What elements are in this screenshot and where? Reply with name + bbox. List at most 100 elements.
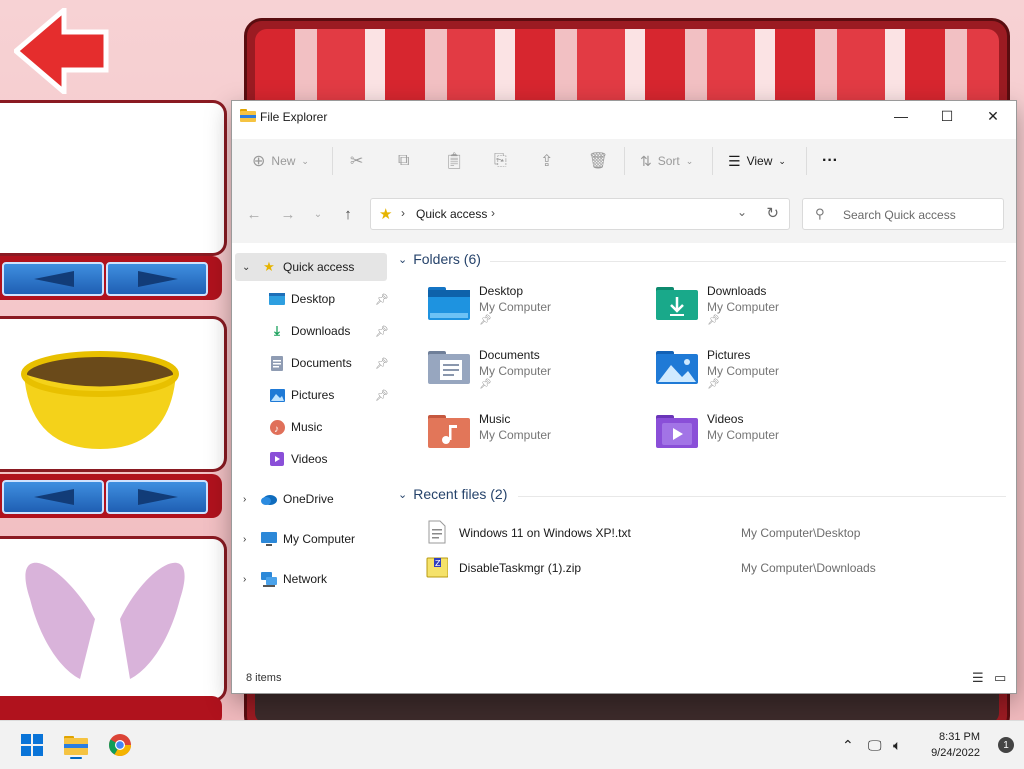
address-path[interactable]: Quick access	[416, 207, 487, 221]
chrome-icon[interactable]	[106, 731, 134, 759]
folder-location: My Computer	[479, 364, 552, 378]
volume-icon[interactable]: 🔈︎	[893, 721, 901, 769]
back-arrow-icon[interactable]	[14, 8, 110, 94]
next-button[interactable]	[106, 480, 208, 514]
search-input[interactable]: Search Quick access	[843, 208, 956, 222]
item-panel-bowl[interactable]	[0, 316, 227, 472]
clock[interactable]: 8:31 PM 9/24/2022	[910, 729, 980, 761]
rename-icon: ⎘	[494, 152, 507, 169]
chevron-right-icon[interactable]: ›	[491, 206, 495, 220]
details-view-icon[interactable]: ☰	[972, 671, 986, 685]
sidebar-item-documents[interactable]: Documents 📌︎	[235, 349, 389, 377]
pin-icon: 📌︎	[375, 293, 389, 306]
address-dropdown-icon[interactable]: ⌄	[737, 205, 747, 219]
pictures-folder-icon	[656, 351, 698, 384]
title-bar[interactable]: File Explorer — ☐ ✕	[232, 101, 1016, 131]
folder-tile-downloads[interactable]: Downloads My Computer 📌︎	[656, 283, 876, 339]
prev-button[interactable]	[2, 262, 104, 296]
sidebar-label: Documents	[291, 356, 352, 370]
back-icon[interactable]: ←	[244, 204, 264, 224]
sidebar-item-downloads[interactable]: ⤓ Downloads 📌︎	[235, 317, 389, 345]
chevron-right-icon[interactable]: ›	[243, 534, 246, 545]
content-pane: ⌄ Folders (6) Desktop My Computer 📌︎ Dow…	[390, 243, 1016, 663]
folder-name: Downloads	[707, 284, 767, 298]
sidebar-item-quick-access[interactable]: ⌄ ★ Quick access	[235, 253, 387, 281]
close-button[interactable]: ✕	[970, 101, 1016, 131]
pin-icon: 📌︎	[479, 315, 492, 326]
next-button[interactable]	[106, 262, 208, 296]
recent-locations-icon[interactable]: ⌄	[308, 204, 328, 224]
folder-tile-documents[interactable]: Documents My Computer 📌︎	[428, 347, 648, 403]
view-button[interactable]: ☰ View ⌄	[728, 139, 786, 183]
forward-icon[interactable]: →	[278, 204, 298, 224]
folder-location: My Computer	[707, 428, 780, 442]
share-button[interactable]: ⇪	[540, 139, 553, 183]
sidebar-label: Downloads	[291, 324, 351, 338]
recent-file-row[interactable]: Windows 11 on Windows XP!.txt My Compute…	[426, 517, 1006, 547]
sidebar-item-onedrive[interactable]: › OneDrive	[235, 485, 387, 513]
minimize-button[interactable]: —	[878, 101, 924, 131]
maximize-button[interactable]: ☐	[924, 101, 970, 131]
desktop-icon	[269, 291, 285, 307]
zip-file-icon: Z	[426, 557, 448, 578]
paste-button[interactable]: 📋︎	[444, 139, 464, 183]
sidebar-item-desktop[interactable]: Desktop 📌︎	[235, 285, 389, 313]
new-button[interactable]: ⊕ New ⌄	[252, 139, 309, 183]
downloads-folder-icon	[656, 287, 698, 320]
folder-tile-music[interactable]: Music My Computer	[428, 411, 648, 467]
sidebar-label: My Computer	[283, 532, 356, 546]
folder-location: My Computer	[479, 300, 552, 314]
folder-tile-pictures[interactable]: Pictures My Computer 📌︎	[656, 347, 876, 403]
up-icon[interactable]: ↑	[338, 204, 358, 224]
prev-button[interactable]	[2, 480, 104, 514]
sidebar-item-music[interactable]: ♪ Music	[235, 413, 387, 441]
recent-file-location: My Computer\Desktop	[741, 526, 861, 540]
scissors-icon: ✂	[350, 153, 364, 170]
downloads-icon: ⤓	[274, 323, 280, 338]
folder-icon	[240, 109, 256, 122]
chevron-down-icon[interactable]: ⌄	[242, 262, 250, 273]
sidebar-item-pictures[interactable]: Pictures 📌︎	[235, 381, 389, 409]
folder-tile-videos[interactable]: Videos My Computer	[656, 411, 876, 467]
recent-files-group-header[interactable]: ⌄ Recent files (2)	[398, 486, 507, 502]
sidebar-item-network[interactable]: › Network	[235, 565, 387, 593]
folders-header-text: Folders (6)	[413, 251, 481, 267]
refresh-icon[interactable]: ↻	[766, 204, 779, 222]
network-status-icon[interactable]: 🖵︎	[868, 721, 882, 769]
delete-button[interactable]: 🗑︎	[588, 139, 608, 183]
chevron-down-icon: ⌄	[778, 155, 786, 166]
sidebar-item-my-computer[interactable]: › My Computer	[235, 525, 387, 553]
videos-icon	[269, 451, 285, 467]
view-icon: ☰	[728, 152, 741, 169]
sidebar-item-videos[interactable]: Videos	[235, 445, 387, 473]
copy-button[interactable]: ⧉	[398, 139, 409, 183]
status-bar: 8 items ☰ ▭	[232, 663, 1016, 693]
monitor-icon: 🖵︎	[868, 736, 882, 753]
folders-group-header[interactable]: ⌄ Folders (6)	[398, 251, 481, 267]
speaker-icon: 🔈︎	[893, 736, 902, 753]
folder-name: Videos	[707, 412, 744, 426]
search-box[interactable]: ⚲ Search Quick access	[802, 198, 1004, 230]
folder-name: Pictures	[707, 348, 751, 362]
rename-button[interactable]: ⎘	[494, 139, 507, 183]
address-bar[interactable]: ★ › Quick access › ⌄ ↻	[370, 198, 790, 230]
item-panel-wings[interactable]	[0, 536, 227, 702]
show-hidden-icons-button[interactable]: ⌃	[842, 721, 854, 769]
copy-icon: ⧉	[398, 152, 410, 169]
pin-icon: 📌︎	[375, 389, 389, 402]
chevron-right-icon[interactable]: ›	[243, 574, 246, 585]
recent-file-row[interactable]: Z DisableTaskmgr (1).zip My Computer\Dow…	[426, 552, 1006, 582]
folder-tile-desktop[interactable]: Desktop My Computer 📌︎	[428, 283, 648, 339]
more-options-button[interactable]: ···	[822, 139, 838, 183]
tiles-view-icon[interactable]: ▭	[994, 671, 1008, 685]
sort-button[interactable]: ⇅ Sort ⌄	[640, 139, 693, 183]
chevron-right-icon[interactable]: ›	[401, 206, 405, 220]
file-explorer-taskbar-icon[interactable]	[62, 731, 90, 759]
start-windows-icon[interactable]	[18, 731, 46, 759]
chevron-right-icon[interactable]: ›	[243, 494, 246, 505]
wings-icon	[25, 562, 185, 679]
separator	[806, 147, 807, 175]
cut-button[interactable]: ✂	[350, 139, 363, 183]
trash-icon: 🗑︎	[588, 153, 609, 170]
notification-badge[interactable]: 1	[998, 737, 1014, 753]
